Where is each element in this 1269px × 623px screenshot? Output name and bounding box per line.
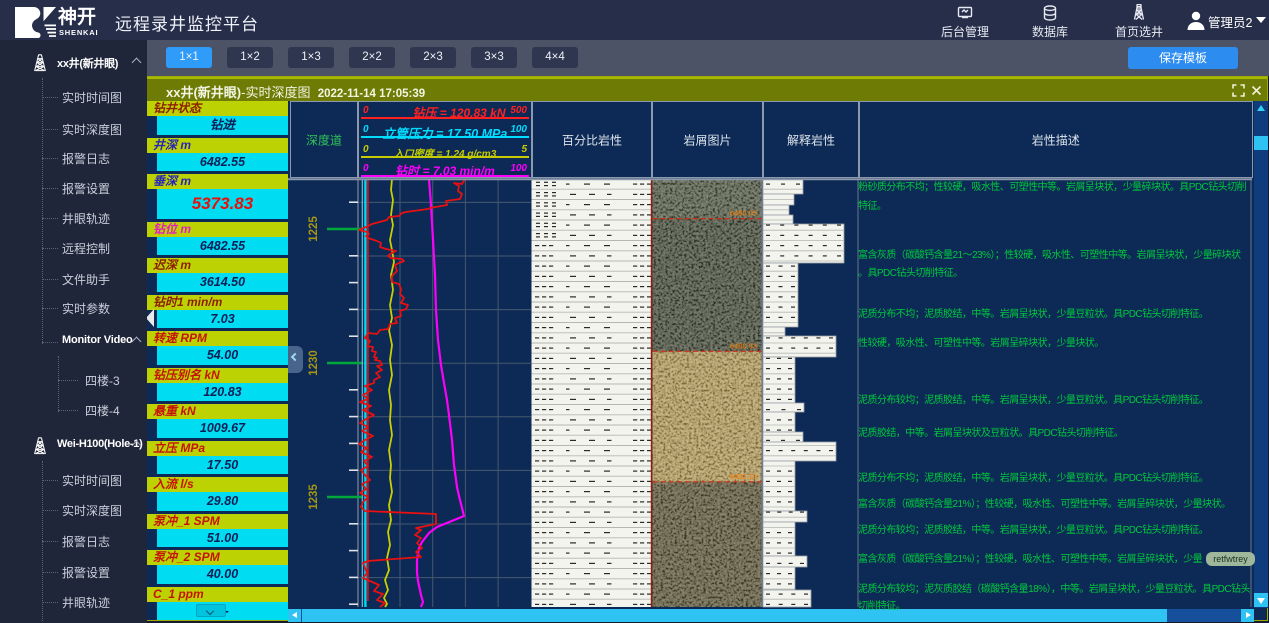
svg-text:1230: 1230 — [308, 350, 320, 376]
svg-text:1225: 1225 — [308, 216, 320, 242]
svg-text:6482.10: 6482.10 — [730, 472, 757, 481]
svg-text:1235: 1235 — [308, 484, 320, 510]
svg-text:6480.05: 6480.05 — [730, 209, 757, 218]
svg-text:6480.93: 6480.93 — [730, 341, 757, 350]
